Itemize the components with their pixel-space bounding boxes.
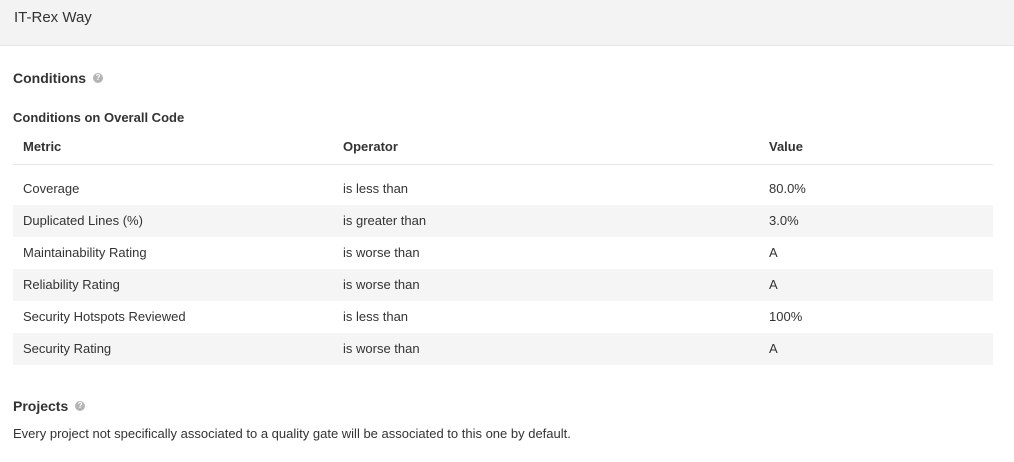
projects-description: Every project not specifically associate…: [13, 426, 571, 441]
conditions-section-title: Conditions?: [13, 70, 104, 86]
table-row: Duplicated Lines (%) is greater than 3.0…: [13, 205, 993, 237]
quality-gate-title: IT-Rex Way: [14, 9, 92, 26]
table-header: Metric Operator Value: [13, 130, 993, 165]
metric-cell: Coverage: [23, 181, 80, 196]
table-row: Security Hotspots Reviewed is less than …: [13, 301, 993, 333]
metric-cell: Security Hotspots Reviewed: [23, 309, 186, 324]
metric-cell: Maintainability Rating: [23, 245, 147, 260]
table-row: Security Rating is worse than A: [13, 333, 993, 365]
operator-cell: is less than: [343, 181, 409, 196]
value-cell: 80.0%: [769, 181, 806, 196]
table-row: Maintainability Rating is worse than A: [13, 237, 993, 269]
help-icon[interactable]: ?: [93, 73, 104, 84]
value-cell: A: [769, 341, 778, 356]
column-header-operator: Operator: [343, 139, 398, 154]
table-row: Coverage is less than 80.0%: [13, 173, 993, 205]
column-header-metric: Metric: [23, 139, 62, 154]
metric-cell: Duplicated Lines (%): [23, 213, 143, 228]
value-cell: A: [769, 245, 778, 260]
value-cell: A: [769, 277, 778, 292]
conditions-title-text: Conditions: [13, 70, 87, 86]
table-body: Coverage is less than 80.0% Duplicated L…: [13, 173, 993, 365]
operator-cell: is worse than: [343, 341, 420, 356]
column-header-value: Value: [769, 139, 803, 154]
overall-code-title: Conditions on Overall Code: [13, 110, 185, 125]
projects-section-title: Projects?: [13, 398, 86, 414]
operator-cell: is worse than: [343, 245, 420, 260]
help-icon[interactable]: ?: [75, 401, 86, 412]
table-row: Reliability Rating is worse than A: [13, 269, 993, 301]
value-cell: 3.0%: [769, 213, 799, 228]
value-cell: 100%: [769, 309, 803, 324]
conditions-table: Metric Operator Value Coverage is less t…: [13, 130, 993, 365]
operator-cell: is greater than: [343, 213, 427, 228]
metric-cell: Reliability Rating: [23, 277, 120, 292]
operator-cell: is worse than: [343, 277, 420, 292]
page-header: IT-Rex Way: [0, 0, 1014, 46]
projects-title-text: Projects: [13, 398, 69, 414]
operator-cell: is less than: [343, 309, 409, 324]
metric-cell: Security Rating: [23, 341, 112, 356]
